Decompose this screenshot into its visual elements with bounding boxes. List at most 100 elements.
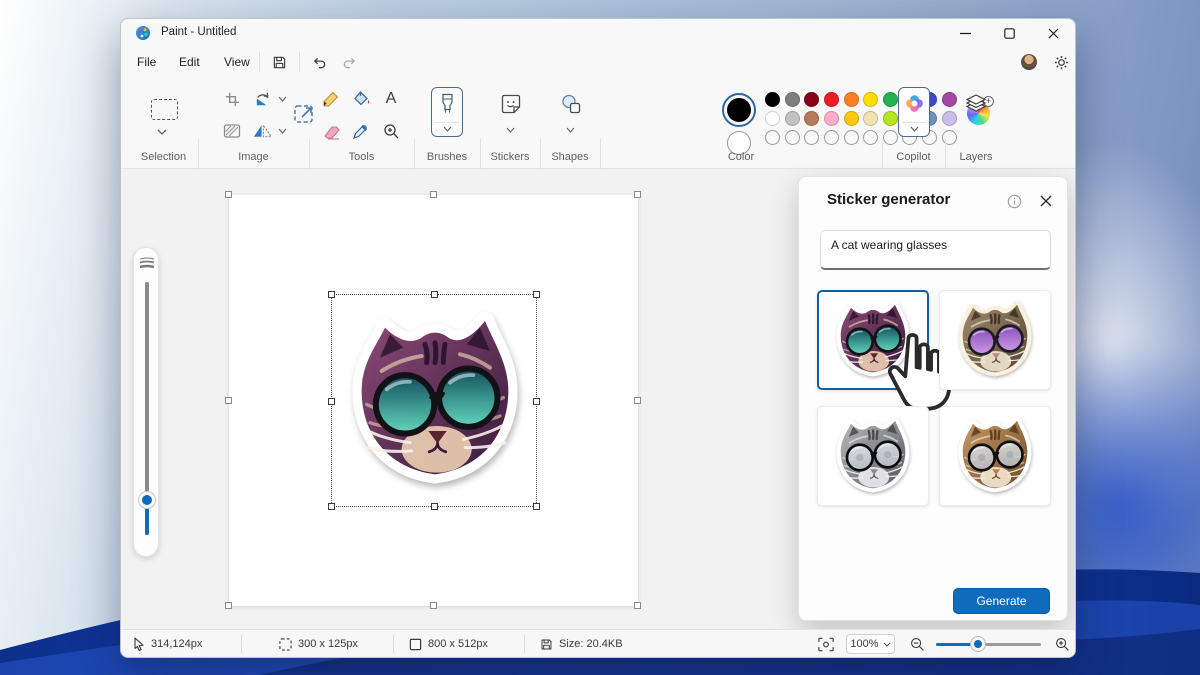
brushes-button[interactable] xyxy=(431,87,463,137)
selection-marquee[interactable] xyxy=(331,294,537,507)
menu-edit[interactable]: Edit xyxy=(169,50,210,74)
sticker-thumbnail[interactable] xyxy=(817,290,929,390)
palette-empty-slot[interactable] xyxy=(765,130,780,145)
flip-chevron-icon[interactable] xyxy=(278,128,287,134)
image-size-value: 800 x 512px xyxy=(428,638,488,650)
sticker-thumbnail[interactable] xyxy=(817,406,929,506)
canvas-handle-bottom-middle[interactable] xyxy=(430,602,437,609)
maximize-button[interactable] xyxy=(987,19,1031,47)
selection-handle-bottom-right[interactable] xyxy=(533,503,540,510)
palette-empty-slot[interactable] xyxy=(804,130,819,145)
palette-swatch[interactable] xyxy=(765,92,780,107)
menu-file[interactable]: File xyxy=(127,50,166,74)
palette-empty-slot[interactable] xyxy=(785,130,800,145)
palette-swatch[interactable] xyxy=(804,111,819,126)
eyedropper-button[interactable] xyxy=(349,119,373,143)
sticker-thumbnail[interactable] xyxy=(939,406,1051,506)
prompt-input[interactable] xyxy=(820,230,1051,270)
panel-close-icon xyxy=(1040,195,1052,207)
close-button[interactable] xyxy=(1031,19,1075,47)
canvas-handle-top-left[interactable] xyxy=(225,191,232,198)
palette-swatch[interactable] xyxy=(844,111,859,126)
save-button[interactable] xyxy=(267,51,291,73)
selection-handle-middle-right[interactable] xyxy=(533,398,540,405)
brushes-chevron-icon[interactable] xyxy=(443,126,452,132)
selection-handle-top-right[interactable] xyxy=(533,291,540,298)
zoom-in-button[interactable] xyxy=(1055,630,1070,658)
generate-button[interactable]: Generate xyxy=(953,588,1050,614)
paint-window: Paint - Untitled File Edit View xyxy=(120,18,1076,658)
selection-tool-button[interactable] xyxy=(144,95,184,123)
eraser-icon xyxy=(322,123,341,140)
shapes-button[interactable] xyxy=(558,91,584,117)
desktop: Paint - Untitled File Edit View xyxy=(0,0,1200,675)
selection-handle-top-left[interactable] xyxy=(328,291,335,298)
zoom-slider-thumb[interactable] xyxy=(971,637,985,651)
palette-swatch[interactable] xyxy=(824,92,839,107)
palette-swatch[interactable] xyxy=(824,111,839,126)
crop-button[interactable] xyxy=(220,87,244,111)
size-slider-fill xyxy=(145,507,149,535)
selection-chevron-icon[interactable] xyxy=(157,129,167,135)
zoom-out-button[interactable] xyxy=(910,630,925,658)
selection-handle-bottom-left[interactable] xyxy=(328,503,335,510)
fill-button[interactable] xyxy=(349,87,373,111)
menu-view[interactable]: View xyxy=(214,50,260,74)
image-size-item: 800 x 512px xyxy=(409,630,488,658)
settings-button[interactable] xyxy=(1049,51,1073,73)
palette-empty-slot[interactable] xyxy=(844,130,859,145)
redo-button[interactable] xyxy=(337,51,361,73)
text-tool-button[interactable]: A xyxy=(379,87,403,111)
title-bar[interactable]: Paint - Untitled xyxy=(121,19,1075,47)
rotate-button[interactable] xyxy=(250,87,274,111)
canvas-handle-top-middle[interactable] xyxy=(430,191,437,198)
zoom-out-icon xyxy=(910,637,925,652)
foreground-color-swatch[interactable] xyxy=(727,98,751,122)
flip-button[interactable] xyxy=(250,119,274,143)
canvas-handle-middle-left[interactable] xyxy=(225,397,232,404)
size-slider-thumb[interactable] xyxy=(139,492,155,508)
canvas-handle-top-right[interactable] xyxy=(634,191,641,198)
palette-swatch[interactable] xyxy=(863,111,878,126)
canvas-handle-middle-right[interactable] xyxy=(634,397,641,404)
canvas-handle-bottom-left[interactable] xyxy=(225,602,232,609)
fit-to-screen-button[interactable] xyxy=(818,630,834,658)
canvas-handle-bottom-right[interactable] xyxy=(634,602,641,609)
account-button[interactable] xyxy=(1017,51,1041,73)
selection-size-icon xyxy=(279,638,292,651)
sticker-generator-panel: Sticker generator xyxy=(798,176,1068,621)
layers-button[interactable] xyxy=(963,91,989,117)
palette-swatch[interactable] xyxy=(863,92,878,107)
shapes-chevron-icon[interactable] xyxy=(566,127,575,133)
zoom-level-dropdown[interactable]: 100% xyxy=(846,634,895,654)
magnifier-button[interactable] xyxy=(379,119,403,143)
sticker-thumbnail[interactable] xyxy=(939,290,1051,390)
eraser-button[interactable] xyxy=(319,119,343,143)
undo-button[interactable] xyxy=(307,51,331,73)
palette-swatch[interactable] xyxy=(785,92,800,107)
palette-swatch[interactable] xyxy=(785,111,800,126)
palette-swatch[interactable] xyxy=(765,111,780,126)
panel-close-button[interactable] xyxy=(1034,189,1058,213)
copilot-chevron-icon[interactable] xyxy=(910,126,919,132)
stickers-chevron-icon[interactable] xyxy=(506,127,515,133)
copilot-button[interactable] xyxy=(898,87,930,137)
palette-swatch[interactable] xyxy=(804,92,819,107)
pencil-button[interactable] xyxy=(319,87,343,111)
palette-empty-slot[interactable] xyxy=(863,130,878,145)
rotate-chevron-icon[interactable] xyxy=(278,96,287,102)
brush-icon xyxy=(439,93,456,117)
group-tools: A xyxy=(309,77,414,169)
remove-background-button[interactable] xyxy=(220,119,244,143)
info-button[interactable] xyxy=(1002,189,1026,213)
selection-handle-middle-left[interactable] xyxy=(328,398,335,405)
palette-swatch[interactable] xyxy=(844,92,859,107)
stickers-button[interactable] xyxy=(498,91,524,117)
info-icon xyxy=(1007,194,1022,209)
canvas-sticker-image[interactable] xyxy=(335,297,535,505)
minimize-button[interactable] xyxy=(943,19,987,47)
selection-handle-bottom-middle[interactable] xyxy=(431,503,438,510)
cursor-arrow-icon xyxy=(133,637,145,651)
palette-empty-slot[interactable] xyxy=(824,130,839,145)
selection-handle-top-middle[interactable] xyxy=(431,291,438,298)
